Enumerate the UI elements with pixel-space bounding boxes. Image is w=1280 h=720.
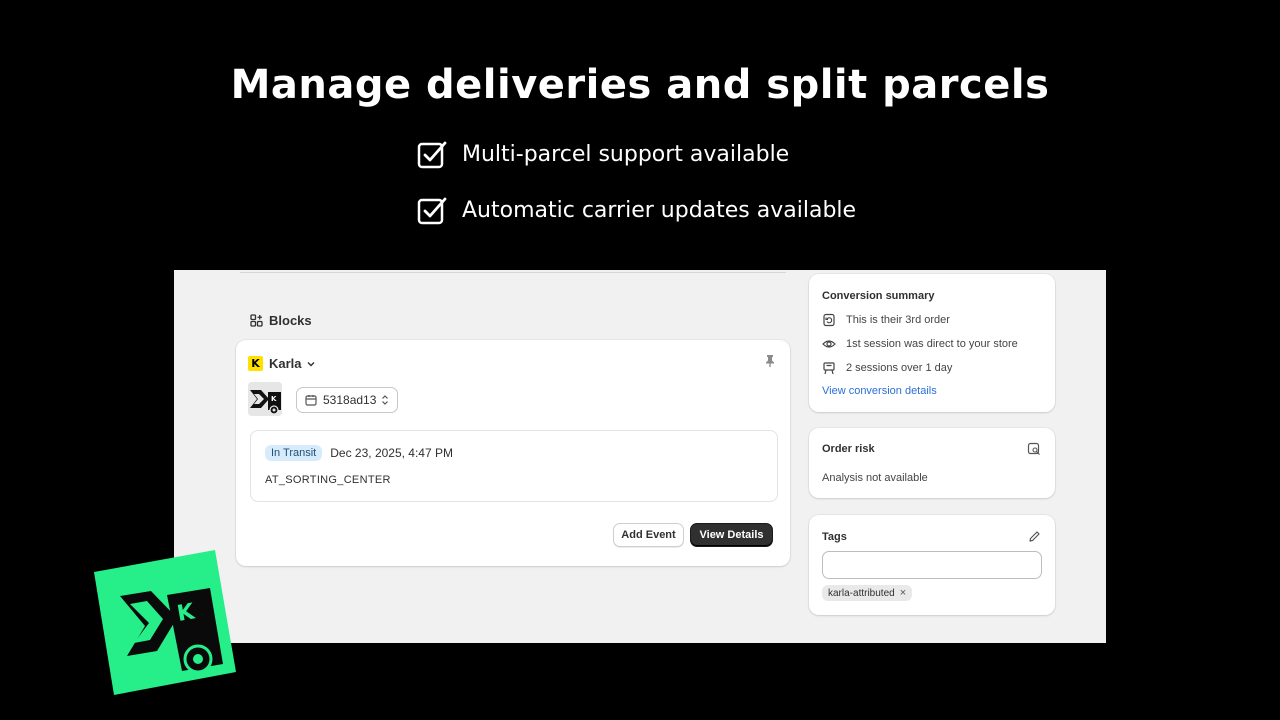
feature-item: Automatic carrier updates available bbox=[416, 194, 856, 226]
tag-chip-label: karla-attributed bbox=[828, 587, 895, 599]
tags-card: Tags karla-attributed × bbox=[809, 515, 1055, 615]
conversion-item-text: This is their 3rd order bbox=[846, 314, 950, 326]
blocks-icon bbox=[250, 314, 263, 327]
tags-input[interactable] bbox=[822, 551, 1042, 579]
conversion-item: This is their 3rd order bbox=[822, 313, 950, 327]
carrier-thumbnail: K bbox=[248, 382, 282, 416]
tracking-event: In Transit Dec 23, 2025, 4:47 PM AT_SORT… bbox=[250, 430, 778, 502]
conversion-item-text: 2 sessions over 1 day bbox=[846, 362, 953, 374]
checkbox-checked-icon bbox=[417, 141, 447, 169]
karla-logo-icon: K bbox=[248, 356, 263, 371]
add-event-button[interactable]: Add Event bbox=[613, 523, 684, 547]
app-name: Karla bbox=[269, 356, 302, 371]
view-conversion-details-link[interactable]: View conversion details bbox=[822, 385, 937, 397]
view-details-button[interactable]: View Details bbox=[690, 523, 773, 547]
feature-text: Multi-parcel support available bbox=[462, 141, 790, 167]
calendar-icon bbox=[305, 395, 317, 406]
tags-title: Tags bbox=[822, 531, 847, 543]
checkbox-checked-icon bbox=[417, 197, 447, 225]
delivery-truck-icon: K bbox=[248, 382, 282, 416]
blocks-heading: Blocks bbox=[250, 313, 312, 328]
tracking-selector[interactable]: 5318ad13 bbox=[296, 387, 399, 413]
select-arrows-icon bbox=[382, 395, 389, 405]
chevron-down-icon bbox=[307, 361, 315, 366]
feature-text: Automatic carrier updates available bbox=[462, 197, 857, 223]
pencil-icon[interactable] bbox=[1028, 530, 1041, 543]
sessions-icon bbox=[823, 362, 835, 375]
event-timestamp: Dec 23, 2025, 4:47 PM bbox=[330, 446, 453, 460]
karla-block-card: K Karla K 5318ad13 In Transit Dec 23, 20… bbox=[236, 340, 790, 566]
conversion-summary-card: Conversion summary This is their 3rd ord… bbox=[809, 274, 1055, 412]
headline: Manage deliveries and split parcels bbox=[230, 62, 1050, 108]
tag-chip: karla-attributed × bbox=[822, 585, 913, 601]
status-badge: In Transit bbox=[265, 445, 323, 461]
conversion-item: 2 sessions over 1 day bbox=[822, 361, 952, 375]
eye-icon bbox=[822, 340, 836, 348]
blocks-heading-label: Blocks bbox=[269, 313, 312, 328]
status-row: In Transit Dec 23, 2025, 4:47 PM bbox=[265, 445, 453, 461]
tracking-id: 5318ad13 bbox=[323, 393, 377, 407]
conversion-item: 1st session was direct to your store bbox=[822, 337, 1018, 351]
conversion-item-text: 1st session was direct to your store bbox=[846, 338, 1018, 350]
conversion-summary-title: Conversion summary bbox=[822, 290, 935, 302]
feature-item: Multi-parcel support available bbox=[416, 138, 789, 170]
app-selector[interactable]: K Karla bbox=[248, 356, 316, 371]
repeat-order-icon bbox=[823, 313, 835, 327]
event-code: AT_SORTING_CENTER bbox=[265, 474, 391, 486]
report-search-icon[interactable] bbox=[1027, 442, 1041, 456]
karla-brand-logo-icon: K bbox=[94, 550, 236, 695]
pin-icon[interactable] bbox=[764, 354, 776, 368]
app-screenshot: Blocks K Karla K 5318ad13 In Transit Dec… bbox=[174, 270, 1106, 643]
remove-tag-icon[interactable]: × bbox=[900, 587, 906, 599]
order-risk-text: Analysis not available bbox=[822, 472, 928, 484]
svg-text:K: K bbox=[271, 395, 277, 403]
order-risk-card: Order risk Analysis not available bbox=[809, 428, 1055, 498]
divider bbox=[240, 272, 786, 273]
order-risk-title: Order risk bbox=[822, 443, 875, 455]
